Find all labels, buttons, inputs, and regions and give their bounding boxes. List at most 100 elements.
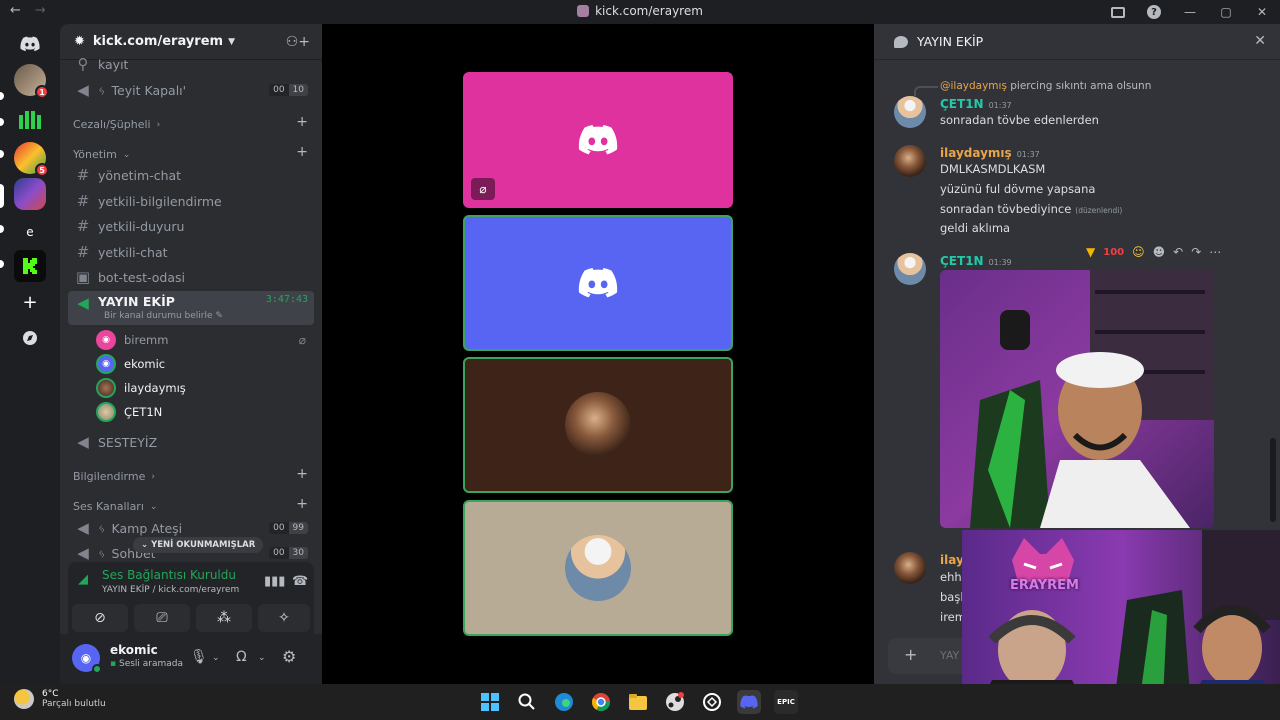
noise-suppression-icon[interactable]: ▮▮▮ <box>264 574 285 589</box>
channel-yetkili-chat[interactable]: # yetkili-chat <box>68 240 314 264</box>
participant-tile-ilaydaymis[interactable] <box>463 357 733 493</box>
weather-temp: 6°C <box>42 689 59 699</box>
category-bilgilendirme[interactable]: Bilgilendirme › <box>73 470 155 483</box>
channel-teyit[interactable]: ◀ ᛃ Teyit Kapalı' 00 10 <box>68 78 314 102</box>
add-channel-icon[interactable]: + <box>296 114 308 130</box>
channel-sesteyiz[interactable]: ◀ SESTEYİZ <box>68 430 314 454</box>
signal-icon[interactable]: ◢ <box>78 572 88 587</box>
participant-tile-biremm[interactable]: ⌀ <box>463 72 733 208</box>
chat-title: YAYIN EKİP <box>917 34 984 49</box>
explore-compass-icon[interactable] <box>14 322 46 354</box>
channel-yayin-ekip[interactable]: ◀ YAYIN EKİP 3:47:43 Bir kanal durumu be… <box>68 291 314 325</box>
add-channel-icon[interactable]: + <box>296 496 308 512</box>
voice-status-title[interactable]: Ses Bağlantısı Kuruldu <box>102 568 236 582</box>
add-reaction-icon[interactable]: ☻ <box>1153 245 1166 259</box>
channel-status[interactable]: Bir kanal durumu belirle ✎ <box>104 311 223 321</box>
windows-start-icon[interactable] <box>478 690 502 714</box>
minimize-icon[interactable]: — <box>1172 0 1208 24</box>
reaction-thumbs-down-icon[interactable]: ▼ <box>1086 245 1095 259</box>
back-arrow-icon[interactable]: ← <box>10 3 21 18</box>
more-options-icon[interactable]: ⋯ <box>1209 245 1221 259</box>
activities-button[interactable]: ⁂ <box>196 604 252 632</box>
soundboard-button[interactable]: ✧ <box>258 604 310 632</box>
speaker-icon: ◀ <box>77 433 89 451</box>
add-user-icon[interactable]: ⚇+ <box>286 34 310 50</box>
category-label: Cezalı/Şüpheli <box>73 118 151 131</box>
hash-icon: ⚲ <box>77 55 89 73</box>
chat-bubble-icon <box>894 35 908 48</box>
participant-tile-ekomic[interactable] <box>463 215 733 351</box>
message-author[interactable]: ÇET1N 01:39 <box>940 254 1012 268</box>
maximize-icon[interactable]: ▢ <box>1208 0 1244 24</box>
new-unread-button[interactable]: ⌄ YENİ OKUNMAMIŞLAR <box>133 537 264 553</box>
settings-gear-icon[interactable]: ⚙ <box>282 647 296 666</box>
user-name[interactable]: ekomic <box>110 643 158 657</box>
reply-preview[interactable]: @ilaydaymış piercing sıkıntı ama olsunn <box>940 80 1151 92</box>
close-window-icon[interactable]: ✕ <box>1244 0 1280 24</box>
edge-browser-icon[interactable] <box>552 690 576 714</box>
add-channel-icon[interactable]: + <box>296 466 308 482</box>
voice-status-subtitle[interactable]: YAYIN EKİP / kick.com/erayrem <box>102 585 239 595</box>
category-ses-kanallari[interactable]: Ses Kanalları ⌄ <box>73 500 157 513</box>
voice-user-cetin[interactable]: ÇET1N <box>96 400 312 424</box>
voice-user-biremm[interactable]: ◉ biremm ⌀ <box>96 328 312 352</box>
participant-tile-cetin[interactable] <box>463 500 733 636</box>
chevron-down-icon[interactable]: ⌄ <box>212 653 220 663</box>
streamer-logo-text: ERAYREM <box>1010 578 1079 593</box>
epic-games-icon[interactable]: EPIC <box>774 690 798 714</box>
server-cartoon[interactable]: 5 <box>14 142 49 177</box>
server-e[interactable]: e <box>14 216 46 248</box>
help-icon[interactable]: ? <box>1136 0 1172 24</box>
channel-yetkili-bilgilendirme[interactable]: # yetkili-bilgilendirme <box>68 189 314 213</box>
close-icon[interactable]: ✕ <box>1254 33 1266 49</box>
checklist-icon: ▣ <box>75 268 91 286</box>
channel-yetkili-duyuru[interactable]: # yetkili-duyuru <box>68 214 314 238</box>
chat-scrollbar[interactable] <box>1270 438 1276 522</box>
file-explorer-icon[interactable] <box>626 690 650 714</box>
image-attachment[interactable] <box>940 270 1214 528</box>
add-server-icon[interactable]: + <box>14 286 46 318</box>
forward-icon[interactable]: ↷ <box>1191 245 1201 259</box>
microphone-icon[interactable]: 🎙︎ <box>190 649 208 665</box>
channel-yonetim-chat[interactable]: # yönetim-chat <box>68 163 314 187</box>
avatar[interactable] <box>894 145 926 177</box>
steam-icon[interactable] <box>663 690 687 714</box>
reaction-100-icon[interactable]: 100 <box>1103 247 1124 258</box>
discord-taskbar-icon[interactable] <box>737 690 761 714</box>
channel-bot-test-odasi[interactable]: ▣ bot-test-odasi <box>68 265 314 289</box>
server-avatar-1[interactable]: 1 <box>14 64 49 99</box>
channel-kayit[interactable]: ⚲ kayıt <box>68 52 314 76</box>
category-cezali[interactable]: Cezalı/Şüpheli › <box>73 118 160 131</box>
server-kick-icon[interactable] <box>14 250 46 282</box>
message-author[interactable]: ilay <box>940 553 964 567</box>
add-attachment-icon[interactable]: + <box>904 645 917 664</box>
forward-arrow-icon[interactable]: → <box>35 3 46 18</box>
avatar[interactable] <box>894 253 926 285</box>
chrome-browser-icon[interactable] <box>589 690 613 714</box>
search-icon[interactable] <box>515 690 539 714</box>
voice-user-ilaydaymis[interactable]: ilaydaymış <box>96 376 312 400</box>
voice-user-ekomic[interactable]: ◉ ekomic <box>96 352 312 376</box>
server-green-bars-icon[interactable] <box>14 104 46 136</box>
avatar[interactable] <box>894 96 926 128</box>
screen-share-button[interactable]: ⎚ <box>134 604 190 632</box>
weather-widget[interactable]: 6°C Parçalı bulutlu <box>14 689 106 709</box>
reaction-laugh-icon[interactable]: ☺ <box>1132 245 1145 259</box>
channel-label: yetkili-bilgilendirme <box>98 193 222 209</box>
disconnect-icon[interactable]: ☎ <box>292 574 308 589</box>
chevron-down-icon[interactable]: ⌄ <box>258 653 266 663</box>
hash-icon: # <box>76 166 90 184</box>
reply-icon[interactable]: ↶ <box>1173 245 1183 259</box>
message-text: geldi aklıma <box>940 221 1011 235</box>
message-author[interactable]: ilaydaymış 01:37 <box>940 146 1040 160</box>
category-yonetim[interactable]: Yönetim ⌄ <box>73 148 130 161</box>
camera-off-button[interactable]: ⊘ <box>72 604 128 632</box>
inbox-icon[interactable] <box>1100 0 1136 24</box>
chatgpt-icon[interactable] <box>700 690 724 714</box>
discord-home-icon[interactable] <box>14 28 46 60</box>
add-channel-icon[interactable]: + <box>296 144 308 160</box>
message-author[interactable]: ÇET1N 01:37 <box>940 97 1012 111</box>
headphones-icon[interactable]: Ω <box>236 649 247 665</box>
avatar[interactable] <box>894 552 926 584</box>
server-group[interactable] <box>14 178 46 210</box>
